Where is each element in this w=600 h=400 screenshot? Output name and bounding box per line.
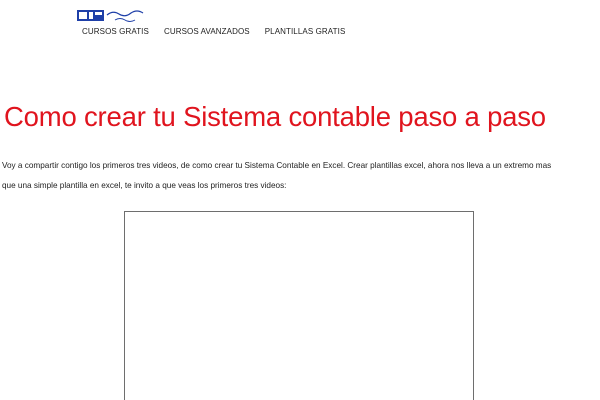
intro-line-1: Voy a compartir contigo los primeros tre… <box>2 161 552 170</box>
main-nav: CURSOS GRATIS CURSOS AVANZADOS PLANTILLA… <box>82 27 360 36</box>
intro-line-2: que una simple plantilla en excel, te in… <box>2 180 287 190</box>
logo-icon <box>77 10 144 22</box>
nav-item-cursos-avanzados[interactable]: CURSOS AVANZADOS <box>164 27 250 36</box>
page: CURSOS GRATIS CURSOS AVANZADOS PLANTILLA… <box>0 0 600 400</box>
page-title: Como crear tu Sistema contable paso a pa… <box>4 101 546 132</box>
intro-paragraph: Voy a compartir contigo los primeros tre… <box>2 156 598 195</box>
nav-item-cursos-gratis[interactable]: CURSOS GRATIS <box>82 27 149 36</box>
site-logo[interactable] <box>77 9 157 25</box>
nav-item-plantillas-gratis[interactable]: PLANTILLAS GRATIS <box>265 27 346 36</box>
video-embed[interactable] <box>124 211 474 400</box>
